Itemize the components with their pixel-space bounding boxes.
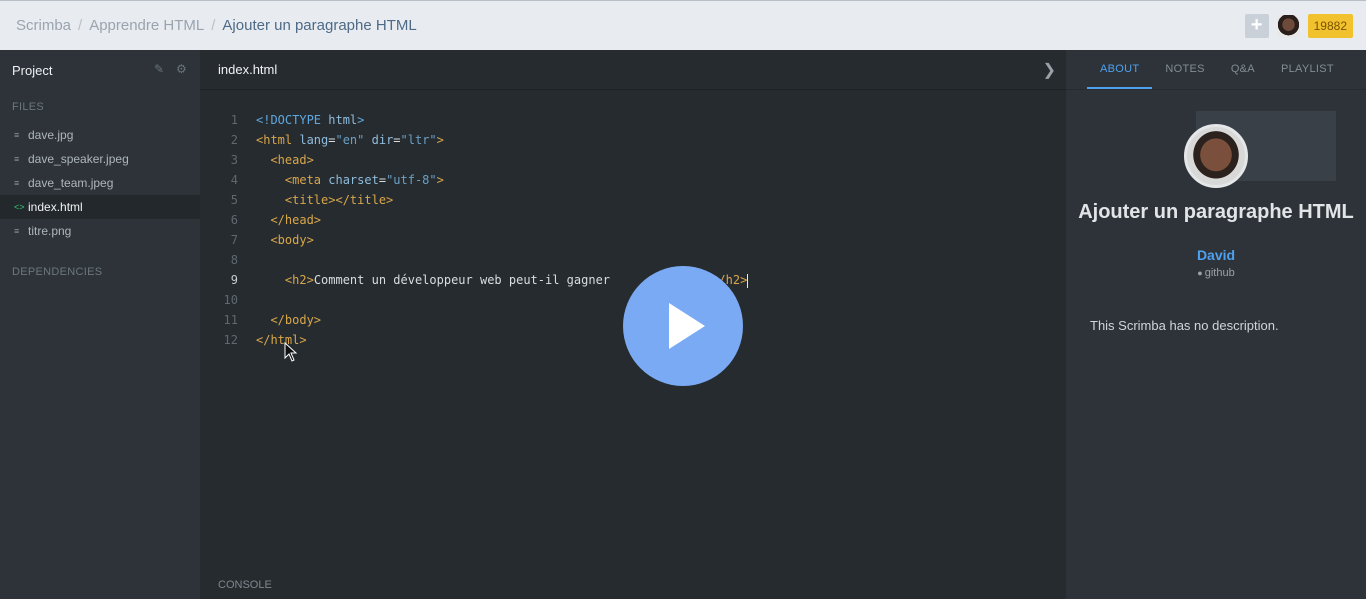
line-number: 4: [230, 173, 238, 187]
play-icon: [669, 303, 705, 349]
editor-tab-label[interactable]: index.html: [218, 62, 277, 77]
code-line: 4 <meta charset="utf-8">: [200, 170, 1066, 190]
author-avatar[interactable]: [1184, 124, 1248, 188]
text-cursor: [747, 273, 749, 288]
file-item-active[interactable]: <> index.html: [0, 195, 200, 219]
console-label[interactable]: CONSOLE: [218, 579, 272, 591]
github-link[interactable]: ● github: [1066, 267, 1366, 279]
file-name: dave_speaker.jpeg: [28, 152, 129, 166]
file-item[interactable]: ≡ dave.jpg: [0, 123, 200, 147]
tab-playlist[interactable]: PLAYLIST: [1268, 49, 1347, 89]
file-name: dave_team.jpeg: [28, 176, 114, 190]
mouse-pointer-icon: [284, 342, 298, 362]
line-number: 2: [230, 133, 238, 147]
breadcrumb-course[interactable]: Apprendre HTML: [89, 17, 204, 34]
files-label: FILES: [12, 101, 45, 113]
file-name: dave.jpg: [28, 128, 74, 142]
pencil-icon[interactable]: ✎: [154, 63, 166, 75]
breadcrumb-separator: /: [211, 17, 216, 34]
file-item[interactable]: ≡ dave_team.jpeg: [0, 171, 200, 195]
line-number: 10: [223, 293, 238, 307]
file-name: index.html: [28, 200, 83, 214]
code-line: 8: [200, 250, 1066, 270]
tab-notes[interactable]: NOTES: [1152, 49, 1217, 89]
code-line: 1 <!DOCTYPE html>: [200, 110, 1066, 130]
file-item[interactable]: ≡ titre.png: [0, 219, 200, 243]
info-panel: ABOUT NOTES Q&A PLAYLIST Ajouter un para…: [1066, 50, 1366, 599]
file-icon: ≡: [14, 178, 20, 188]
code-line-current: 9 <h2>Comment un développeur web peut-il…: [200, 270, 1066, 290]
breadcrumb-separator: /: [78, 17, 83, 34]
line-number: 11: [223, 313, 238, 327]
author-name[interactable]: David: [1066, 247, 1366, 263]
play-button[interactable]: [623, 266, 743, 386]
github-label: github: [1204, 267, 1235, 279]
scrim-title: Ajouter un paragraphe HTML: [1078, 201, 1354, 223]
tab-about[interactable]: ABOUT: [1087, 49, 1153, 89]
code-line: 2 <html lang="en" dir="ltr">: [200, 130, 1066, 150]
editor-tab: index.html ❯: [200, 50, 1066, 90]
project-sidebar: Project ✎ ⚙ FILES ≡ dave.jpg ≡ dave_speake…: [0, 50, 200, 599]
project-label: Project: [12, 62, 53, 78]
project-header: Project ✎ ⚙: [0, 50, 200, 90]
github-icon: ●: [1197, 268, 1203, 278]
line-number: 1: [230, 113, 238, 127]
chevron-right-icon[interactable]: ❯: [1043, 60, 1056, 80]
line-number: 3: [230, 153, 238, 167]
gear-icon[interactable]: ⚙: [176, 63, 188, 75]
points-badge[interactable]: 19882: [1307, 14, 1353, 38]
scrim-description: This Scrimba has no description.: [1090, 318, 1279, 333]
top-bar: Scrimba / Apprendre HTML / Ajouter un pa…: [0, 0, 1366, 50]
breadcrumb: Scrimba / Apprendre HTML / Ajouter un pa…: [0, 17, 417, 34]
file-icon: ≡: [14, 226, 20, 236]
breadcrumb-lesson: Ajouter un paragraphe HTML: [222, 17, 417, 34]
code-line: 7 <body>: [200, 230, 1066, 250]
line-number: 7: [230, 233, 238, 247]
line-number: 5: [230, 193, 238, 207]
user-area: + 19882: [1244, 14, 1353, 38]
code-line: 6 </head>: [200, 210, 1066, 230]
line-number: 6: [230, 213, 238, 227]
line-number: 8: [230, 253, 238, 267]
breadcrumb-root[interactable]: Scrimba: [16, 17, 71, 34]
tab-qa[interactable]: Q&A: [1218, 49, 1268, 89]
file-icon: ≡: [14, 130, 20, 140]
file-icon: ≡: [14, 154, 20, 164]
plus-icon[interactable]: +: [1244, 14, 1269, 38]
file-list: ≡ dave.jpg ≡ dave_speaker.jpeg ≡ dave_team.…: [0, 123, 200, 243]
dependencies-label[interactable]: DEPENDENCIES: [0, 266, 200, 278]
code-icon: <>: [14, 202, 25, 212]
code-line: 5 <title></title>: [200, 190, 1066, 210]
line-number: 12: [223, 333, 238, 347]
avatar[interactable]: [1276, 14, 1300, 38]
line-number: 9: [230, 273, 238, 287]
info-tabs: ABOUT NOTES Q&A PLAYLIST: [1066, 50, 1366, 90]
file-item[interactable]: ≡ dave_speaker.jpeg: [0, 147, 200, 171]
code-line: 3 <head>: [200, 150, 1066, 170]
file-name: titre.png: [28, 224, 72, 238]
